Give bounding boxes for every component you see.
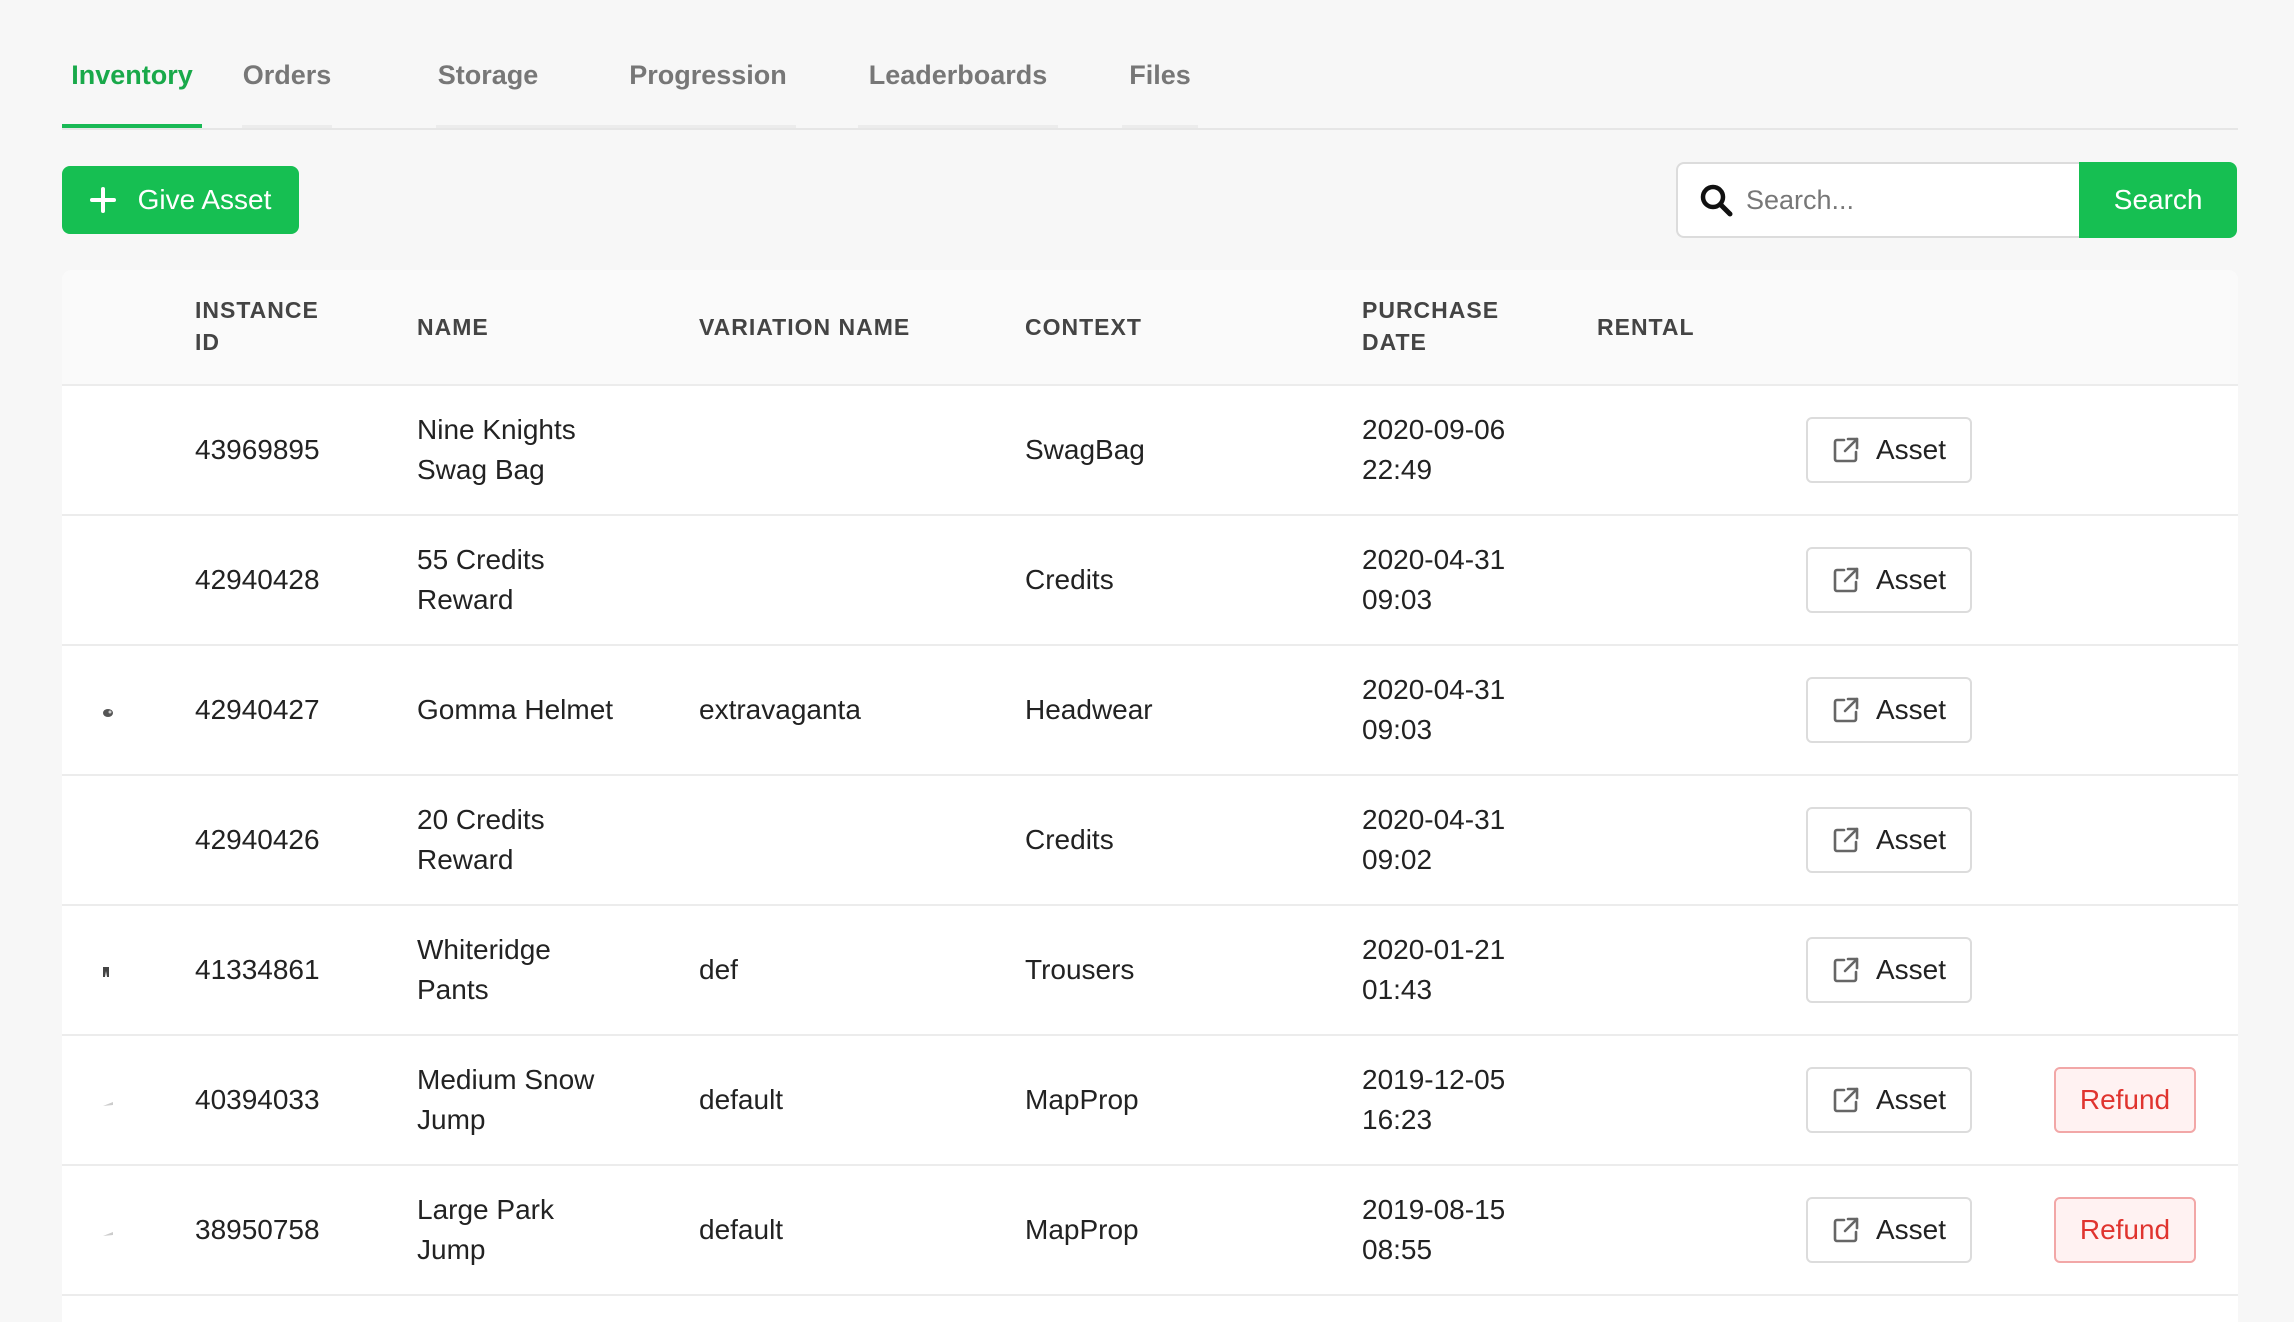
- purchase-date-cell: 2020-01-21 01:43: [1362, 934, 1506, 1005]
- purchase-date-cell: 2019-08-15 08:55: [1362, 1194, 1506, 1265]
- external-link-icon: [1833, 1087, 1859, 1113]
- asset-link-button[interactable]: Asset: [1806, 1067, 1972, 1133]
- search-field: [1676, 162, 2080, 238]
- instance-id-cell: 42940427: [195, 694, 320, 725]
- instance-id-cell: 40394033: [195, 1084, 320, 1115]
- asset-button-label: Asset: [1875, 954, 1947, 985]
- mapprop-thumbnail: [102, 1095, 113, 1106]
- tab-progression[interactable]: Progression: [620, 52, 796, 128]
- give-asset-label: Give Asset: [137, 184, 272, 215]
- instance-id-cell: 43969895: [195, 434, 320, 465]
- context-cell: Credits: [1025, 824, 1114, 855]
- asset-button-label: Asset: [1875, 1084, 1947, 1115]
- search-bar: Search: [1676, 162, 2237, 238]
- name-cell: Large Park Jump: [417, 1194, 554, 1265]
- context-cell: SwagBag: [1025, 434, 1145, 465]
- header-name: NAME: [417, 314, 489, 340]
- asset-button-label: Asset: [1875, 1214, 1947, 1245]
- refund-button[interactable]: Refund: [2054, 1197, 2196, 1263]
- tab-orders[interactable]: Orders: [242, 52, 332, 128]
- variation-cell: def: [699, 954, 738, 985]
- variation-cell: default: [699, 1084, 784, 1115]
- external-link-icon: [1833, 437, 1859, 463]
- name-cell: Medium Snow Jump: [417, 1064, 595, 1135]
- header-instance-id: INSTANCE ID: [195, 297, 319, 355]
- instance-id-cell: 41334861: [195, 954, 320, 985]
- asset-button-label: Asset: [1875, 434, 1947, 465]
- helmet-thumbnail: [102, 705, 113, 717]
- thumbnail-empty: [102, 835, 112, 845]
- trousers-thumbnail: [102, 965, 112, 977]
- purchase-date-cell: 2019-12-05 16:23: [1362, 1064, 1506, 1135]
- table-row: 40394033 Medium Snow Jump default MapPro…: [62, 1036, 2238, 1166]
- asset-link-button[interactable]: Asset: [1806, 1197, 1972, 1263]
- asset-link-button[interactable]: Asset: [1806, 937, 1972, 1003]
- search-input[interactable]: [1744, 183, 2078, 217]
- thumbnail-empty: [102, 445, 112, 455]
- name-cell: Gomma Helmet: [417, 694, 614, 725]
- search-button[interactable]: Search: [2079, 162, 2237, 238]
- asset-link-button[interactable]: Asset: [1806, 677, 1972, 743]
- external-link-icon: [1833, 827, 1859, 853]
- header-variation-name: VARIATION NAME: [699, 314, 911, 340]
- external-link-icon: [1833, 1217, 1859, 1243]
- thumbnail-empty: [102, 575, 112, 585]
- table-row: 41334861 Whiteridge Pants def Trousers 2…: [62, 906, 2238, 1036]
- external-link-icon: [1833, 697, 1859, 723]
- give-asset-button[interactable]: Give Asset: [62, 166, 299, 234]
- asset-button-label: Asset: [1875, 564, 1947, 595]
- asset-link-button[interactable]: Asset: [1806, 547, 1972, 613]
- tab-leaderboards[interactable]: Leaderboards: [858, 52, 1058, 128]
- instance-id-cell: 42940428: [195, 564, 320, 595]
- asset-link-button[interactable]: Asset: [1806, 417, 1972, 483]
- table-row: 43969895 Nine Knights Swag Bag SwagBag 2…: [62, 386, 2238, 516]
- purchase-date-cell: 2020-04-31 09:03: [1362, 544, 1506, 615]
- inventory-table: INSTANCE ID NAME VARIATION NAME CONTEXT …: [62, 270, 2238, 1322]
- header-rental: RENTAL: [1597, 314, 1695, 340]
- table-header: INSTANCE ID NAME VARIATION NAME CONTEXT …: [62, 270, 2238, 386]
- tab-storage-label[interactable]: Storage: [436, 52, 540, 128]
- table-row: 42940427 Gomma Helmet extravaganta Headw…: [62, 646, 2238, 776]
- context-cell: MapProp: [1025, 1084, 1139, 1115]
- table-body: 43969895 Nine Knights Swag Bag SwagBag 2…: [62, 386, 2238, 1296]
- instance-id-cell: 38950758: [195, 1214, 320, 1245]
- inventory-page: Inventory Orders Storage Progression Lea…: [0, 0, 2294, 1322]
- purchase-date-cell: 2020-04-31 09:03: [1362, 674, 1506, 745]
- mapprop-thumbnail: [102, 1225, 113, 1236]
- search-icon: [1700, 184, 1733, 217]
- table-row: 42940428 55 Credits Reward Credits 2020-…: [62, 516, 2238, 646]
- purchase-date-cell: 2020-09-06 22:49: [1362, 414, 1506, 485]
- asset-link-button[interactable]: Asset: [1806, 807, 1972, 873]
- variation-cell: extravaganta: [699, 694, 861, 725]
- header-purchase-date: PURCHASE DATE: [1362, 297, 1500, 355]
- name-cell: 55 Credits Reward: [417, 544, 545, 615]
- header-context: CONTEXT: [1025, 314, 1142, 340]
- context-cell: Trousers: [1025, 954, 1135, 985]
- asset-button-label: Asset: [1875, 694, 1947, 725]
- table-row: 42940426 20 Credits Reward Credits 2020-…: [62, 776, 2238, 906]
- context-cell: Credits: [1025, 564, 1114, 595]
- plus-icon: [89, 187, 116, 213]
- table-row: 38950758 Large Park Jump default MapProp…: [62, 1166, 2238, 1296]
- tab-files[interactable]: Files: [1122, 52, 1198, 128]
- asset-button-label: Asset: [1875, 824, 1947, 855]
- context-cell: Headwear: [1025, 694, 1153, 725]
- instance-id-cell: 42940426: [195, 824, 320, 855]
- name-cell: Whiteridge Pants: [417, 934, 551, 1005]
- variation-cell: default: [699, 1214, 784, 1245]
- external-link-icon: [1833, 957, 1859, 983]
- tab-inventory[interactable]: Inventory: [62, 52, 202, 128]
- refund-button[interactable]: Refund: [2054, 1067, 2196, 1133]
- name-cell: 20 Credits Reward: [417, 804, 545, 875]
- name-cell: Nine Knights Swag Bag: [417, 414, 576, 485]
- external-link-icon: [1833, 567, 1859, 593]
- context-cell: MapProp: [1025, 1214, 1139, 1245]
- purchase-date-cell: 2020-04-31 09:02: [1362, 804, 1506, 875]
